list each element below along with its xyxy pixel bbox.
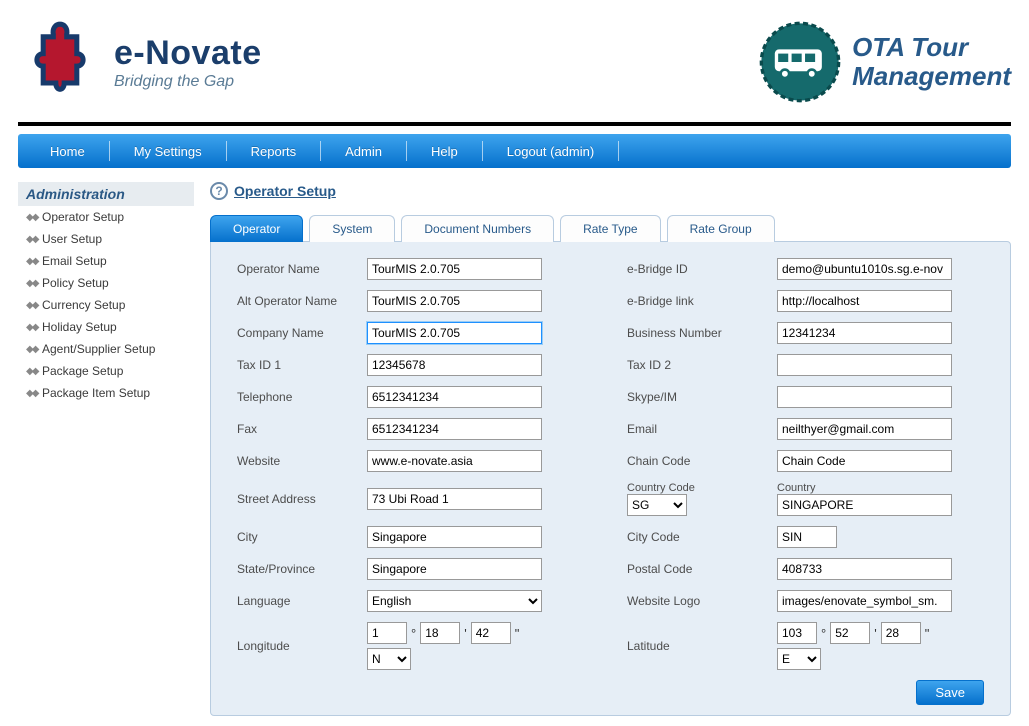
navbar: Home My Settings Reports Admin Help Logo… (18, 134, 1011, 168)
logo-right: OTA Tour Management (758, 20, 1011, 104)
sidebar-item-operator-setup[interactable]: ◆◆Operator Setup (18, 206, 194, 228)
brand-tagline: Bridging the Gap (114, 73, 262, 91)
page-title[interactable]: Operator Setup (234, 183, 336, 199)
longitude-min-input[interactable] (420, 622, 460, 644)
country-code-label: Country Code (627, 482, 767, 494)
sidebar-item-package-setup[interactable]: ◆◆Package Setup (18, 360, 194, 382)
chain-code-input[interactable] (777, 450, 952, 472)
longitude-label: Longitude (237, 639, 357, 653)
alt-operator-input[interactable] (367, 290, 542, 312)
latitude-deg-input[interactable] (777, 622, 817, 644)
website-logo-label: Website Logo (627, 594, 767, 608)
business-number-label: Business Number (627, 326, 767, 340)
longitude-dir-select[interactable]: N (367, 648, 411, 670)
sidebar: Administration ◆◆Operator Setup ◆◆User S… (18, 182, 194, 716)
telephone-label: Telephone (237, 390, 357, 404)
skype-input[interactable] (777, 386, 952, 408)
nav-admin[interactable]: Admin (321, 144, 406, 159)
ebridge-link-input[interactable] (777, 290, 952, 312)
nav-help[interactable]: Help (407, 144, 482, 159)
main: ? Operator Setup Operator System Documen… (210, 182, 1011, 716)
city-code-label: City Code (627, 530, 767, 544)
tab-operator[interactable]: Operator (210, 215, 303, 242)
latitude-min-input[interactable] (830, 622, 870, 644)
tax2-input[interactable] (777, 354, 952, 376)
fax-input[interactable] (367, 418, 542, 440)
postal-input[interactable] (777, 558, 952, 580)
logo-left: e-Novate Bridging the Gap (18, 20, 262, 104)
tabs: Operator System Document Numbers Rate Ty… (210, 214, 1011, 241)
latitude-dir-select[interactable]: E (777, 648, 821, 670)
operator-name-label: Operator Name (237, 262, 357, 276)
help-icon[interactable]: ? (210, 182, 228, 200)
sidebar-item-policy-setup[interactable]: ◆◆Policy Setup (18, 272, 194, 294)
street-label: Street Address (237, 492, 357, 506)
telephone-input[interactable] (367, 386, 542, 408)
longitude-sec-input[interactable] (471, 622, 511, 644)
postal-label: Postal Code (627, 562, 767, 576)
header-divider (18, 122, 1011, 126)
sidebar-item-email-setup[interactable]: ◆◆Email Setup (18, 250, 194, 272)
longitude-deg-input[interactable] (367, 622, 407, 644)
business-number-input[interactable] (777, 322, 952, 344)
company-name-input[interactable] (367, 322, 542, 344)
ebridge-id-label: e-Bridge ID (627, 262, 767, 276)
nav-my-settings[interactable]: My Settings (110, 144, 226, 159)
header: e-Novate Bridging the Gap OTA Tour Manag… (18, 10, 1011, 122)
puzzle-icon (18, 20, 102, 104)
nav-reports[interactable]: Reports (227, 144, 321, 159)
sidebar-title: Administration (18, 182, 194, 206)
company-name-label: Company Name (237, 326, 357, 340)
bus-icon (758, 20, 842, 104)
ebridge-id-input[interactable] (777, 258, 952, 280)
fax-label: Fax (237, 422, 357, 436)
country-code-select[interactable]: SG (627, 494, 687, 516)
nav-home[interactable]: Home (26, 144, 109, 159)
tab-rate-group[interactable]: Rate Group (667, 215, 775, 242)
save-button[interactable]: Save (916, 680, 984, 705)
language-label: Language (237, 594, 357, 608)
language-select[interactable]: English (367, 590, 542, 612)
sidebar-item-agent-supplier-setup[interactable]: ◆◆Agent/Supplier Setup (18, 338, 194, 360)
tax1-label: Tax ID 1 (237, 358, 357, 372)
state-label: State/Province (237, 562, 357, 576)
nav-logout[interactable]: Logout (admin) (483, 144, 618, 159)
tax1-input[interactable] (367, 354, 542, 376)
skype-label: Skype/IM (627, 390, 767, 404)
chain-code-label: Chain Code (627, 454, 767, 468)
sidebar-item-user-setup[interactable]: ◆◆User Setup (18, 228, 194, 250)
country-input[interactable] (777, 494, 952, 516)
app-title: OTA Tour Management (852, 33, 1011, 90)
website-input[interactable] (367, 450, 542, 472)
tax2-label: Tax ID 2 (627, 358, 767, 372)
latitude-label: Latitude (627, 639, 767, 653)
email-label: Email (627, 422, 767, 436)
sidebar-item-package-item-setup[interactable]: ◆◆Package Item Setup (18, 382, 194, 404)
tab-system[interactable]: System (309, 215, 395, 242)
operator-panel: Operator Name e-Bridge ID Alt Operator N… (210, 241, 1011, 716)
country-label: Country (777, 482, 977, 494)
city-label: City (237, 530, 357, 544)
website-logo-input[interactable] (777, 590, 952, 612)
ebridge-link-label: e-Bridge link (627, 294, 767, 308)
city-input[interactable] (367, 526, 542, 548)
street-input[interactable] (367, 488, 542, 510)
tab-rate-type[interactable]: Rate Type (560, 215, 660, 242)
website-label: Website (237, 454, 357, 468)
brand-name: e-Novate (114, 34, 262, 73)
sidebar-item-currency-setup[interactable]: ◆◆Currency Setup (18, 294, 194, 316)
operator-name-input[interactable] (367, 258, 542, 280)
email-input[interactable] (777, 418, 952, 440)
latitude-sec-input[interactable] (881, 622, 921, 644)
state-input[interactable] (367, 558, 542, 580)
tab-document-numbers[interactable]: Document Numbers (401, 215, 554, 242)
city-code-input[interactable] (777, 526, 837, 548)
alt-operator-label: Alt Operator Name (237, 294, 357, 308)
sidebar-item-holiday-setup[interactable]: ◆◆Holiday Setup (18, 316, 194, 338)
